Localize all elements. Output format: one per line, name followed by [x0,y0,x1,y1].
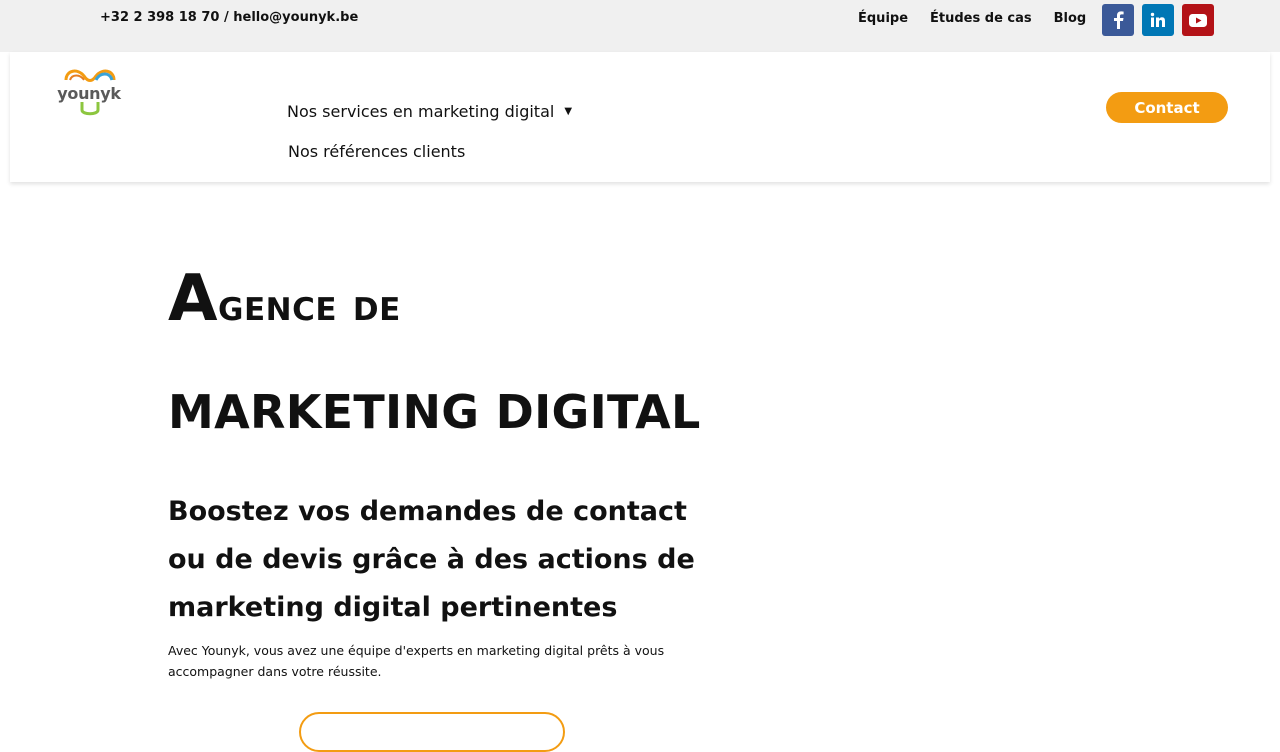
contact-info: +32 2 398 18 70 / hello@younyk.be [100,10,359,25]
cta-button[interactable] [299,712,565,752]
top-link-etudes-de-cas[interactable]: Études de cas [930,11,1032,26]
top-links: Équipe Études de cas Blog [858,11,1086,26]
linkedin-button[interactable] [1142,4,1174,36]
logo-text: younyk [57,84,121,103]
hero-subtitle: Boostez vos demandes de contact ou de de… [168,496,695,623]
linkedin-icon [1150,12,1165,27]
facebook-icon [1114,11,1124,29]
main-header: younyk Nos services en marketing digital… [10,52,1270,182]
hero-title-line-1: Agence de [168,262,401,336]
youtube-button[interactable] [1182,4,1214,36]
youtube-icon [1189,13,1207,27]
hero-title-rest: gence de [218,280,401,331]
contact-button[interactable]: Contact [1106,92,1228,123]
facebook-button[interactable] [1102,4,1134,36]
nav-item-services[interactable]: Nos services en marketing digital ▼ [287,102,572,121]
caret-down-icon: ▼ [564,106,573,117]
top-link-equipe[interactable]: Équipe [858,11,908,26]
nav-item-services-label: Nos services en marketing digital [287,102,555,121]
hero-title-line-2: MARKETING DIGITAL [168,385,701,439]
logo[interactable]: younyk [54,60,126,116]
top-bar: +32 2 398 18 70 / hello@younyk.be Équipe… [0,0,1280,52]
social-links [1102,4,1214,36]
nav-item-references[interactable]: Nos références clients [288,142,465,161]
hero-text: Avec Younyk, vous avez une équipe d'expe… [168,643,665,679]
hero-title-initial: A [168,262,219,336]
top-link-blog[interactable]: Blog [1054,11,1087,26]
